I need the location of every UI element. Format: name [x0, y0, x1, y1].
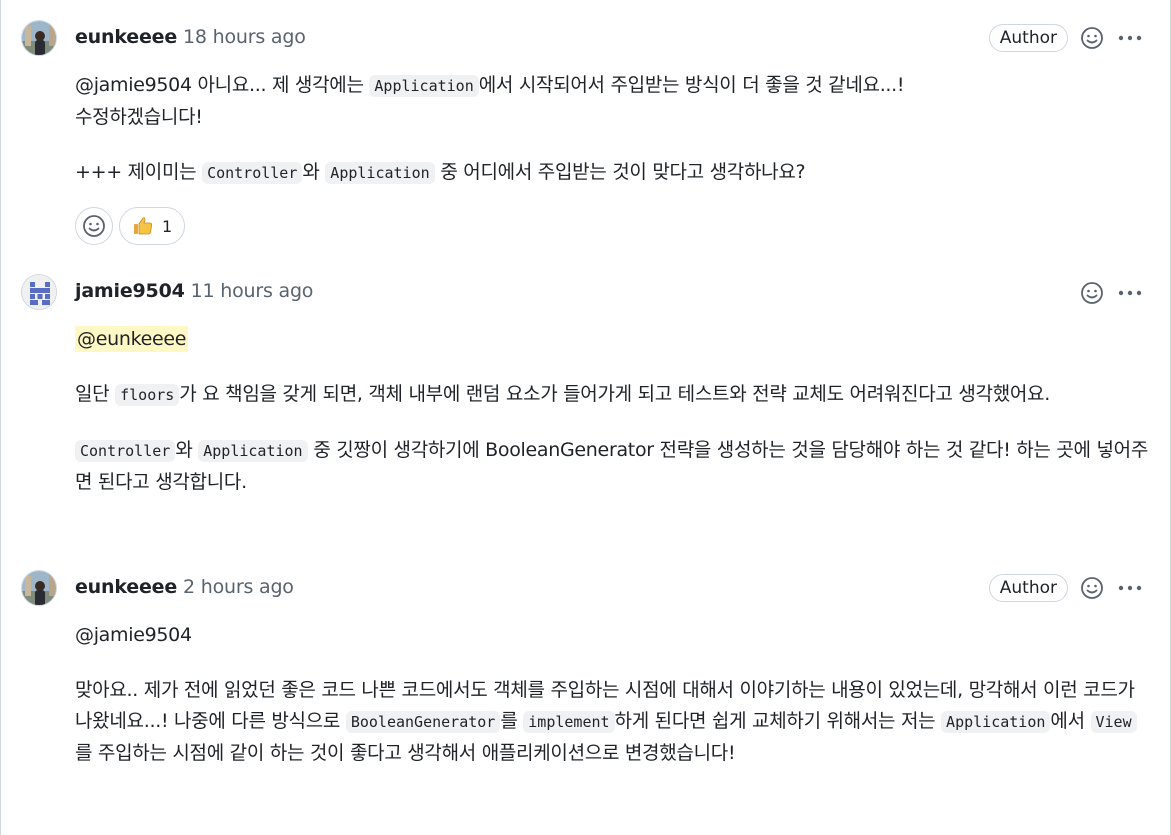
text: 하게 된다면 쉽게 교체하기 위해서는 저는 — [614, 710, 942, 732]
author-badge: Author — [988, 574, 1068, 602]
smiley-icon[interactable] — [1078, 24, 1106, 52]
comment-actions: Author — [988, 24, 1144, 52]
paragraph: 일단 floors 가 요 책임을 갖게 되면, 객체 내부에 랜덤 요소가 들어… — [75, 379, 1150, 411]
inline-code: Application — [369, 75, 479, 97]
inline-code: Controller — [202, 162, 303, 184]
inline-code: View — [1090, 711, 1137, 733]
author-badge: Author — [988, 24, 1068, 52]
inline-code: Application — [325, 162, 435, 184]
text: +++ 제이미는 — [75, 161, 203, 183]
paragraph: @jamie9504 — [75, 620, 1150, 651]
text: 수정하겠습니다! — [75, 106, 203, 128]
comment-header: eunkeeee 18 hours ago — [75, 25, 306, 49]
thumbs-up-reaction[interactable]: 1 — [119, 207, 186, 245]
inline-code: Application — [198, 440, 308, 462]
identicon-avatar — [22, 275, 56, 309]
paragraph: 수정하겠습니다! — [75, 102, 1150, 133]
avatar[interactable] — [21, 570, 57, 606]
text: 와 — [302, 161, 326, 183]
inline-code: floors — [115, 384, 180, 406]
smiley-icon[interactable] — [1078, 279, 1106, 307]
user-mention[interactable]: @eunkeeee — [75, 326, 189, 352]
author-name[interactable]: jamie9504 — [75, 280, 185, 302]
text: 에서 시작되어서 주입받는 방식이 더 좋을 것 같네요...! — [478, 74, 905, 96]
paragraph: Controller 와 Application 중 깃짱이 생각하기에 Bool… — [75, 435, 1150, 498]
paragraph: @jamie9504 아니요... 제 생각에는 Application 에서 시… — [75, 70, 1150, 102]
thumbs-up-icon — [134, 217, 153, 235]
comment-body: @jamie9504 아니요... 제 생각에는 Application 에서 시… — [75, 70, 1150, 189]
smiley-icon — [83, 215, 105, 237]
inline-code: implement — [523, 711, 615, 733]
smiley-icon[interactable] — [1078, 574, 1106, 602]
timestamp[interactable]: 18 hours ago — [183, 26, 306, 48]
user-mention[interactable]: @jamie9504 — [75, 624, 192, 646]
comment-header: eunkeeee 2 hours ago — [75, 575, 294, 599]
text: 를 주입하는 시점에 같이 하는 것이 좋다고 생각해서 애플리케이션으로 변경… — [75, 742, 736, 764]
comment-actions: Author — [988, 574, 1144, 602]
author-name[interactable]: eunkeeee — [75, 576, 177, 598]
text: 일단 — [75, 383, 116, 405]
inline-code: Application — [941, 711, 1051, 733]
paragraph: 맞아요.. 제가 전에 읽었던 좋은 코드 나쁜 코드에서도 객체를 주입하는 … — [75, 675, 1150, 769]
comment-actions — [1078, 279, 1144, 307]
text: 와 — [175, 439, 199, 461]
paragraph: +++ 제이미는 Controller 와 Application 중 어디에서 … — [75, 157, 1150, 189]
comment-header: jamie9504 11 hours ago — [75, 279, 313, 303]
user-mention[interactable]: @jamie9504 — [75, 74, 192, 96]
kebab-menu-icon[interactable] — [1116, 279, 1144, 307]
kebab-menu-icon[interactable] — [1116, 24, 1144, 52]
text: 중 어디에서 주입받는 것이 맞다고 생각하나요? — [434, 161, 806, 183]
reactions-bar: 1 — [75, 207, 186, 245]
add-reaction-button[interactable] — [75, 207, 113, 245]
inline-code: BooleanGenerator — [345, 711, 501, 733]
timestamp[interactable]: 11 hours ago — [191, 280, 314, 302]
avatar[interactable] — [21, 20, 57, 56]
comment-body: @jamie9504 맞아요.. 제가 전에 읽었던 좋은 코드 나쁜 코드에서… — [75, 620, 1150, 769]
comment-body: @eunkeeee 일단 floors 가 요 책임을 갖게 되면, 객체 내부에… — [75, 324, 1150, 498]
comment-thread: eunkeeee 18 hours ago Author @jamie9504 … — [0, 0, 1171, 835]
author-name[interactable]: eunkeeee — [75, 26, 177, 48]
reaction-count: 1 — [162, 216, 173, 236]
text: 를 — [500, 710, 524, 732]
inline-code: Controller — [75, 440, 176, 462]
avatar[interactable] — [21, 274, 57, 310]
kebab-menu-icon[interactable] — [1116, 574, 1144, 602]
text: 아니요... 제 생각에는 — [191, 74, 370, 96]
text: 에서 — [1050, 710, 1091, 732]
paragraph: @eunkeeee — [75, 324, 1150, 355]
user-avatar-photo — [22, 21, 56, 55]
timestamp[interactable]: 2 hours ago — [183, 576, 294, 598]
user-avatar-photo — [22, 571, 56, 605]
text: 가 요 책임을 갖게 되면, 객체 내부에 랜덤 요소가 들어가게 되고 테스트… — [179, 383, 1050, 405]
